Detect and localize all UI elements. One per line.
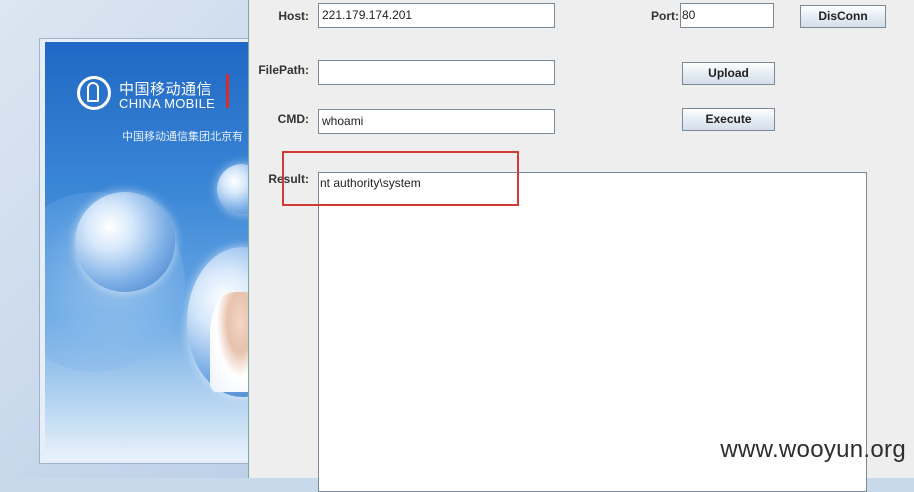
phone-bubble-graphic (217, 164, 250, 214)
cmd-input[interactable]: whoami (318, 109, 555, 134)
webshell-dialog: Host: 221.179.174.201 Port: 80 DisConn F… (248, 0, 914, 492)
china-mobile-logo-icon (77, 76, 111, 110)
cmd-label: CMD: (277, 112, 309, 126)
filepath-label: FilePath: (258, 63, 309, 77)
logo-separator (226, 74, 229, 108)
host-label: Host: (278, 9, 309, 23)
watermark-text: www.wooyun.org (720, 436, 906, 463)
disconn-button[interactable]: DisConn (800, 5, 886, 28)
highlight-annotation-box (282, 151, 519, 206)
person-graphic (210, 292, 250, 392)
port-label: Port: (651, 9, 679, 23)
filepath-input[interactable] (318, 60, 555, 85)
execute-button[interactable]: Execute (682, 108, 775, 131)
banner-en-title: CHINA MOBILE (119, 96, 216, 111)
banner-subtitle: 中国移动通信集团北京有 (122, 130, 243, 143)
host-input[interactable]: 221.179.174.201 (318, 3, 555, 28)
port-input[interactable]: 80 (680, 3, 774, 28)
china-mobile-banner: 中国移动通信 CHINA MOBILE 中国移动通信集团北京有 (45, 42, 250, 460)
clock-bubble-graphic (75, 192, 175, 292)
upload-button[interactable]: Upload (682, 62, 775, 85)
